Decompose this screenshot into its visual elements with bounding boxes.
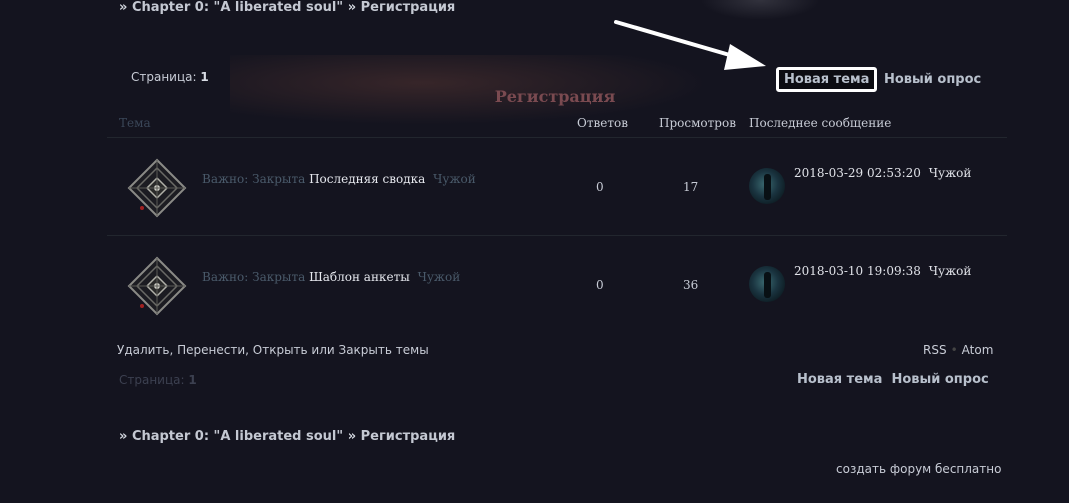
new-poll-button[interactable]: Новый опрос [884, 72, 981, 87]
topic-title: Важно: Закрыта Шаблон анкеты Чужой [202, 270, 460, 284]
topic-author[interactable]: Чужой [433, 172, 476, 186]
breadcrumb-forum-link[interactable]: Chapter 0: "A liberated soul" [132, 0, 343, 15]
diamond-emblem-icon [127, 158, 187, 218]
breadcrumb-top: » Chapter 0: "A liberated soul" » Регист… [119, 0, 456, 15]
moderation-links[interactable]: Удалить, Перенести, Открыть или Закрыть … [117, 343, 429, 357]
feed-links: RSS • Atom [923, 343, 994, 357]
new-topic-button[interactable]: Новая тема [797, 372, 882, 387]
pager-bottom: Страница: 1 [119, 373, 197, 387]
topic-prefix: Важно: Закрыта [202, 172, 306, 186]
atom-link[interactable]: Atom [962, 343, 994, 357]
topic-title: Важно: Закрыта Последняя сводка Чужой [202, 172, 476, 186]
last-post-author[interactable]: Чужой [929, 264, 972, 278]
column-header-last-post: Последнее сообщение [749, 116, 892, 130]
rss-link[interactable]: RSS [923, 343, 947, 357]
column-header-replies: Ответов [577, 116, 628, 130]
new-poll-button[interactable]: Новый опрос [891, 372, 988, 387]
avatar [749, 266, 785, 302]
topic-author[interactable]: Чужой [418, 270, 461, 284]
table-row: Важно: Закрыта Шаблон анкеты Чужой 0 36 … [107, 236, 1007, 334]
avatar [749, 168, 785, 204]
column-header-views: Просмотров [659, 116, 736, 130]
column-header-topic: Тема [119, 116, 151, 130]
table-row: Важно: Закрыта Последняя сводка Чужой 0 … [107, 138, 1007, 236]
last-post-date-link[interactable]: 2018-03-29 02:53:20 [794, 166, 921, 180]
last-post-info: 2018-03-29 02:53:20 Чужой [794, 166, 971, 180]
replies-count: 0 [596, 180, 604, 194]
replies-count: 0 [596, 278, 604, 292]
topic-link[interactable]: Шаблон анкеты [309, 270, 410, 284]
breadcrumb-subforum-link[interactable]: Регистрация [361, 429, 456, 444]
breadcrumb-forum-link[interactable]: Chapter 0: "A liberated soul" [132, 429, 343, 444]
pager-top: Страница: 1 [131, 70, 209, 84]
last-post-info: 2018-03-10 19:09:38 Чужой [794, 264, 971, 278]
header-glow-top [700, 0, 820, 20]
create-forum-link[interactable]: создать форум бесплатно [836, 462, 1001, 476]
pager-current: 1 [200, 70, 209, 84]
topic-link[interactable]: Последняя сводка [309, 172, 425, 186]
views-count: 36 [683, 278, 699, 292]
topic-actions-bottom: Новая тема Новый опрос [797, 372, 989, 387]
diamond-emblem-icon [127, 256, 187, 316]
last-post-date-link[interactable]: 2018-03-10 19:09:38 [794, 264, 921, 278]
breadcrumb-subforum-link[interactable]: Регистрация [361, 0, 456, 15]
forum-title: Регистрация [494, 87, 616, 106]
last-post-author[interactable]: Чужой [929, 166, 972, 180]
topic-prefix: Важно: Закрыта [202, 270, 306, 284]
breadcrumb-bottom: » Chapter 0: "A liberated soul" » Регист… [119, 429, 456, 444]
views-count: 17 [683, 180, 699, 194]
